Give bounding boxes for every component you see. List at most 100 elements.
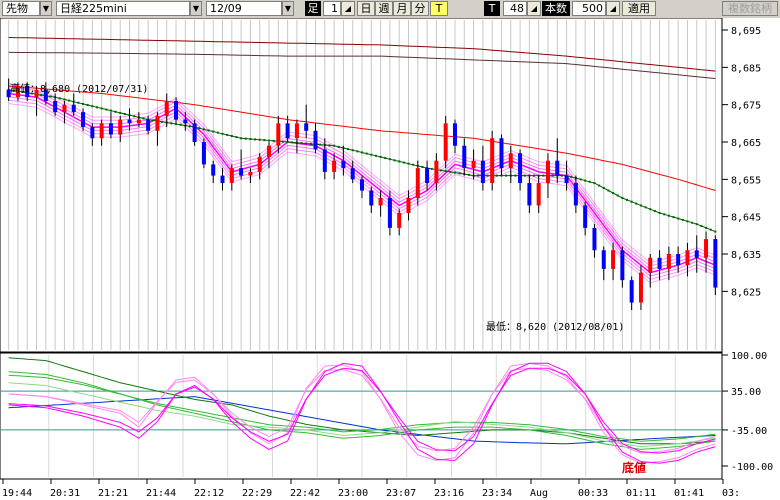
t-spin-icon[interactable]: ◢	[527, 1, 541, 16]
candle-body	[276, 123, 281, 146]
candle-body	[564, 175, 569, 184]
candle-body	[378, 198, 383, 206]
ma-green-dot	[626, 198, 629, 201]
ma-green-dot	[412, 163, 415, 166]
ma-green-dot	[649, 208, 652, 211]
candle-body	[518, 153, 523, 184]
instrument-dropdown-icon[interactable]: ▼	[190, 1, 202, 16]
ma-green-dot	[268, 139, 271, 142]
candle-body	[71, 104, 76, 113]
ma-green-dot	[272, 139, 275, 142]
ma-green-dot	[705, 226, 708, 229]
ma-green-dot	[179, 123, 182, 126]
candle-body	[490, 138, 495, 184]
market-type-select[interactable]: 先物	[2, 1, 40, 16]
candle-body	[360, 179, 364, 191]
candle-body	[62, 104, 67, 113]
ma-green-dot	[300, 142, 303, 145]
count-value-input[interactable]: 500	[572, 1, 606, 16]
ma-green-dot	[421, 166, 424, 169]
ma-green-dot	[449, 170, 452, 173]
ma-green-dot	[523, 174, 526, 177]
ma-green-dot	[337, 145, 340, 148]
price-tick-label: 8,685	[731, 63, 761, 74]
candle-body	[332, 160, 337, 172]
candle-body	[694, 250, 699, 258]
ma-green-dot	[444, 170, 447, 173]
ma-green-dot	[170, 122, 173, 125]
ma-green-dot	[709, 228, 712, 231]
ma-green-dot	[542, 174, 545, 177]
candle-body	[183, 119, 188, 124]
candle-body	[527, 183, 532, 206]
ma-green-dot	[398, 160, 401, 163]
ma-green-dot	[691, 221, 694, 224]
ma-green-dot	[533, 174, 536, 177]
candle-body	[164, 100, 169, 116]
multi-symbol-button[interactable]: 複数銘柄	[722, 1, 778, 16]
contract-select[interactable]: 12/09	[206, 1, 282, 16]
candle-body	[201, 142, 206, 165]
ma-green-dot	[393, 159, 396, 162]
ma-green-dot	[663, 213, 666, 216]
contract-dropdown-icon[interactable]: ▼	[282, 1, 294, 16]
ma-green-dot	[616, 194, 619, 197]
ma-green-dot	[467, 173, 470, 176]
candle-body	[369, 190, 374, 206]
candle-body	[304, 123, 309, 131]
price-tick-label: 8,675	[731, 101, 761, 112]
ma-green-dot	[114, 110, 117, 113]
candle-body	[620, 250, 625, 281]
ma-green-dot	[440, 169, 443, 172]
ma-green-dot	[677, 217, 680, 220]
period-minute-button[interactable]: 分	[411, 1, 429, 16]
foot-spin-icon[interactable]: ◢	[341, 1, 355, 16]
candle-body	[611, 250, 616, 269]
ma-green-dot	[133, 115, 136, 118]
time-tick-label: 23:16	[434, 488, 464, 499]
ma-green-dot	[105, 108, 108, 111]
candle-body	[480, 160, 485, 184]
apply-button[interactable]: 適用	[622, 1, 656, 16]
time-tick-label: 21:44	[146, 488, 176, 499]
candle-body	[155, 115, 160, 131]
candle-body	[90, 127, 95, 139]
candle-body	[257, 156, 262, 172]
period-day-button[interactable]: 日	[357, 1, 375, 16]
count-spin-icon[interactable]: ◢	[606, 1, 620, 16]
ma-green-dot	[58, 97, 61, 100]
time-tick-label: 22:29	[242, 488, 272, 499]
t-toggle-button[interactable]: T	[430, 1, 448, 16]
annotation-high: 高値：8,680 (2012/07/31)	[10, 82, 148, 95]
period-week-button[interactable]: 週	[375, 1, 393, 16]
time-tick-label: 19:44	[2, 488, 32, 499]
candle-body	[108, 123, 113, 135]
oscillator-tick-label: 35.00	[731, 387, 761, 398]
candle-body	[341, 160, 346, 169]
ma-green-dot	[263, 139, 266, 142]
instrument-select[interactable]: 日経225mini	[56, 1, 190, 16]
ma-green-dot	[370, 153, 373, 156]
price-tick-label: 8,645	[731, 213, 761, 224]
candle-body	[192, 123, 197, 142]
time-tick-label: 21:21	[98, 488, 128, 499]
ma-green-dot	[588, 180, 591, 183]
ma-green-dot	[388, 158, 391, 161]
ma-green-dot	[109, 109, 112, 112]
ma-green-dot	[212, 130, 215, 133]
ma-green-dot	[281, 140, 284, 143]
market-type-dropdown-icon[interactable]: ▼	[40, 1, 52, 16]
candle-body	[136, 119, 141, 124]
foot-value-input[interactable]: 1	[323, 1, 341, 16]
period-month-button[interactable]: 月	[393, 1, 411, 16]
candle-body	[536, 183, 541, 206]
t-value-input[interactable]: 48	[503, 1, 527, 16]
candle-body	[99, 123, 104, 139]
ma-green-dot	[593, 182, 596, 185]
ma-green-dot	[644, 206, 647, 209]
ma-green-dot	[123, 113, 126, 115]
candle-body	[118, 119, 123, 135]
ma-green-dot	[230, 135, 233, 138]
ma-green-dot	[560, 174, 563, 177]
candle-body	[248, 171, 253, 176]
